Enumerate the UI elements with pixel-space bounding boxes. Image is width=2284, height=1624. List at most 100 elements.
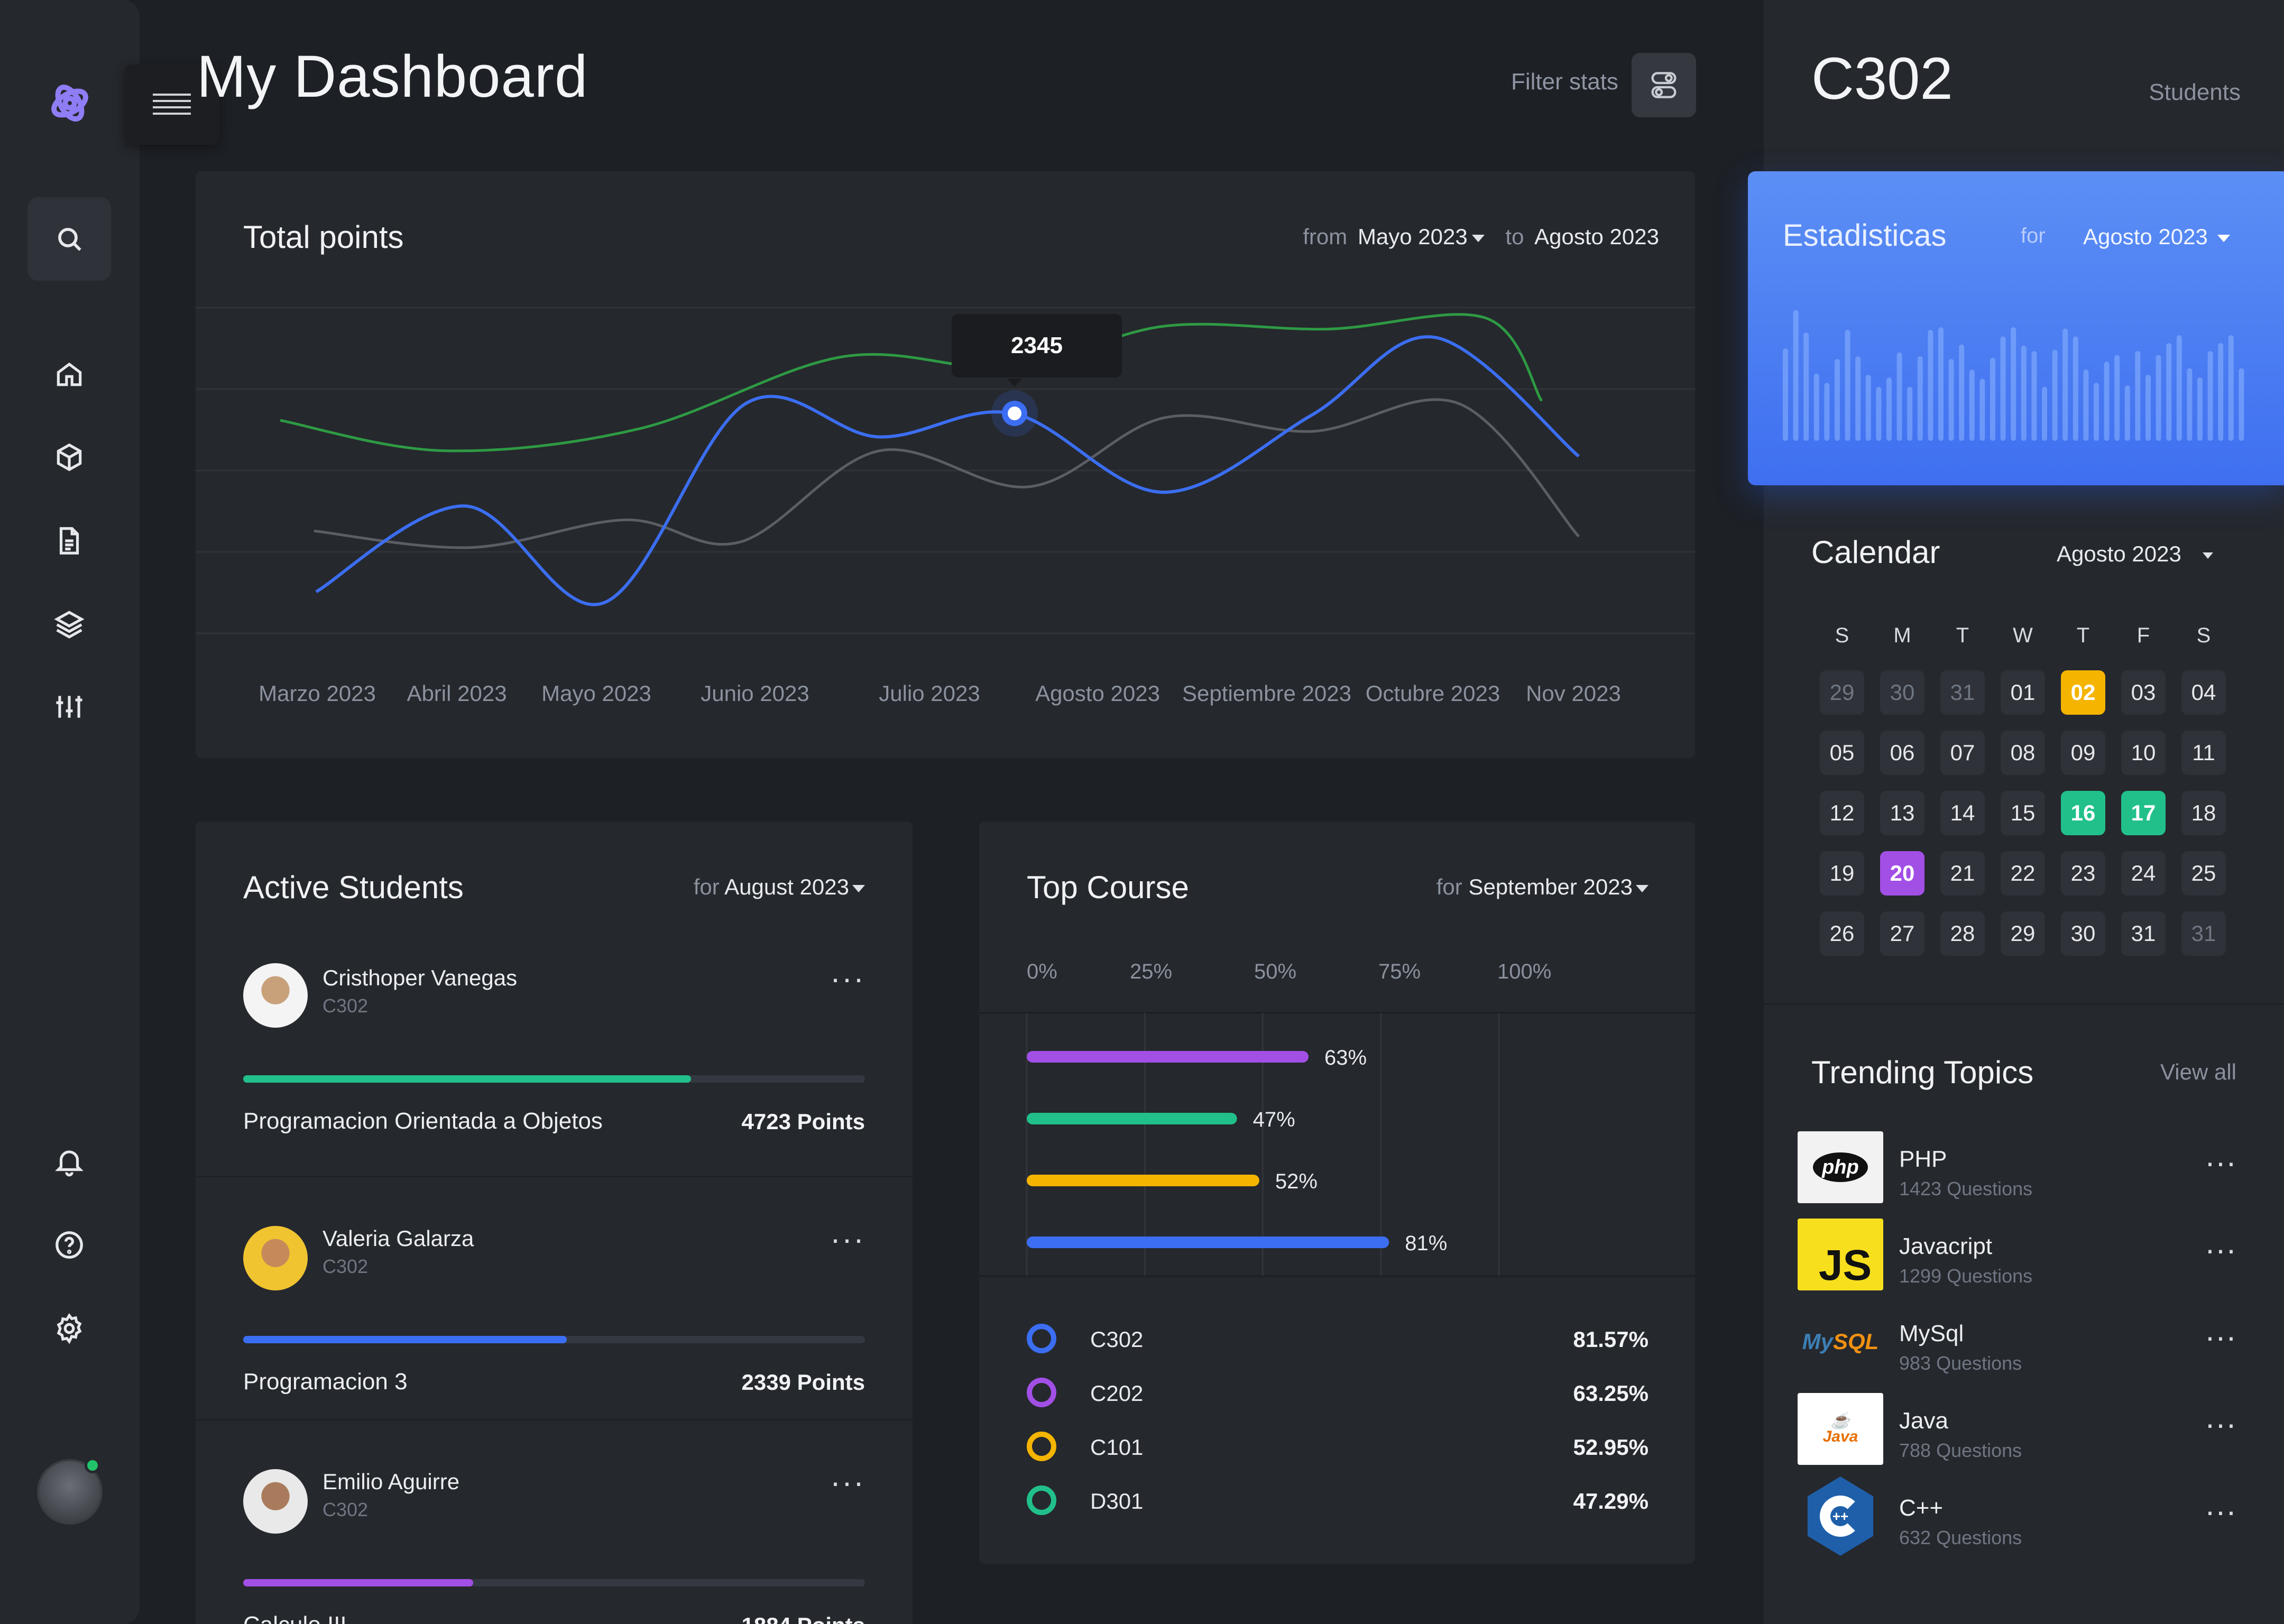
student-row[interactable]: Valeria Galarza C302 ··· Programacion 3 2339… bbox=[196, 1176, 913, 1419]
students-link[interactable]: Students bbox=[2149, 79, 2241, 106]
calendar-day[interactable]: 28 bbox=[1940, 911, 1985, 956]
student-row[interactable]: Emilio Aguirre C302 ··· Calculo III 1884 Poi… bbox=[196, 1419, 913, 1624]
logo-icon bbox=[51, 85, 88, 122]
course-bar[interactable] bbox=[1027, 1051, 1309, 1063]
progress-fill bbox=[243, 1579, 474, 1586]
date-range-selector[interactable]: from Mayo 2023 to Agosto 2023 bbox=[1298, 224, 1659, 250]
stat-bar bbox=[1835, 359, 1840, 441]
calendar-day[interactable]: 16 bbox=[2061, 791, 2105, 835]
calendar-day[interactable]: 15 bbox=[2001, 791, 2045, 835]
nav-documents[interactable] bbox=[51, 522, 88, 559]
calendar-day[interactable]: 13 bbox=[1880, 791, 1924, 835]
settings-button[interactable] bbox=[51, 1310, 88, 1347]
nav-courses[interactable] bbox=[51, 439, 88, 476]
student-row[interactable]: Cristhoper Vanegas C302 ··· Programacion Or… bbox=[196, 933, 913, 1176]
calendar-day[interactable]: 08 bbox=[2001, 731, 2045, 775]
calendar-day[interactable]: 30 bbox=[1880, 670, 1924, 715]
calendar-day[interactable]: 10 bbox=[2121, 731, 2166, 775]
calendar-day[interactable]: 29 bbox=[1820, 670, 1864, 715]
course-bar[interactable] bbox=[1027, 1175, 1259, 1186]
search-button[interactable] bbox=[27, 197, 111, 281]
calendar-day[interactable]: 24 bbox=[2121, 851, 2166, 896]
notifications-button[interactable] bbox=[51, 1143, 88, 1180]
stat-bar bbox=[2135, 351, 2141, 441]
calendar-day[interactable]: 19 bbox=[1820, 851, 1864, 896]
legend-row[interactable]: C202 63.25% bbox=[1027, 1378, 1648, 1432]
more-options-icon[interactable]: ··· bbox=[830, 960, 865, 996]
student-class: C302 bbox=[323, 1499, 369, 1520]
topic-name[interactable]: MySql bbox=[1899, 1321, 1964, 1347]
legend-row[interactable]: D301 47.29% bbox=[1027, 1485, 1648, 1539]
calendar-day[interactable]: 07 bbox=[1940, 731, 1985, 775]
more-options-icon[interactable]: ··· bbox=[2205, 1144, 2236, 1180]
more-options-icon[interactable]: ··· bbox=[830, 1221, 865, 1257]
students-period-selector[interactable]: for August 2023 bbox=[694, 874, 865, 900]
more-options-icon[interactable]: ··· bbox=[830, 1464, 865, 1500]
calendar-day[interactable]: 21 bbox=[1940, 851, 1985, 896]
more-options-icon[interactable]: ··· bbox=[2205, 1406, 2236, 1442]
calendar-day[interactable]: 01 bbox=[2001, 670, 2045, 715]
from-value[interactable]: Mayo 2023 bbox=[1358, 224, 1468, 249]
calendar-day[interactable]: 29 bbox=[2001, 911, 2045, 956]
legend-row[interactable]: C101 52.95% bbox=[1027, 1432, 1648, 1485]
calendar-day[interactable]: 14 bbox=[1940, 791, 1985, 835]
legend-row[interactable]: C302 81.57% bbox=[1027, 1324, 1648, 1378]
stats-period-selector[interactable]: Agosto 2023 bbox=[2083, 224, 2230, 250]
calendar-day[interactable]: 27 bbox=[1880, 911, 1924, 956]
calendar-day[interactable]: 03 bbox=[2121, 670, 2166, 715]
calendar-day[interactable]: 26 bbox=[1820, 911, 1864, 956]
topic-name[interactable]: Java bbox=[1899, 1408, 1948, 1434]
progress-track bbox=[243, 1075, 865, 1083]
filter-stats-button[interactable] bbox=[1632, 53, 1696, 117]
weekday-label: W bbox=[2013, 624, 2033, 647]
calendar-day[interactable]: 05 bbox=[1820, 731, 1864, 775]
nav-home[interactable] bbox=[51, 355, 88, 392]
calendar-day[interactable]: 31 bbox=[2121, 911, 2166, 956]
weekday-label: T bbox=[2076, 624, 2090, 647]
calendar-day[interactable]: 17 bbox=[2121, 791, 2166, 835]
filter-stats-label: Filter stats bbox=[1511, 69, 1618, 95]
calendar-day[interactable]: 12 bbox=[1820, 791, 1864, 835]
for-label: for bbox=[1436, 874, 1462, 899]
nav-layers[interactable] bbox=[51, 605, 88, 642]
help-button[interactable] bbox=[51, 1226, 88, 1263]
topic-name[interactable]: Javacript bbox=[1899, 1233, 1992, 1260]
calendar-day[interactable]: 22 bbox=[2001, 851, 2045, 896]
topic-questions: 788 Questions bbox=[1899, 1440, 2022, 1461]
calendar-day[interactable]: 20 bbox=[1880, 851, 1924, 896]
course-period-selector[interactable]: for September 2023 bbox=[1436, 874, 1648, 900]
calendar-month-selector[interactable]: Agosto 2023 bbox=[2057, 541, 2213, 567]
calendar-day[interactable]: 02 bbox=[2061, 670, 2105, 715]
course-name: Programacion Orientada a Objetos bbox=[243, 1108, 603, 1134]
more-options-icon[interactable]: ··· bbox=[2205, 1318, 2236, 1355]
topic-name[interactable]: PHP bbox=[1899, 1146, 1947, 1173]
course-bar[interactable] bbox=[1027, 1237, 1389, 1248]
percent-axis-label: 75% bbox=[1378, 960, 1421, 983]
stat-bar bbox=[1896, 352, 1902, 441]
calendar-day[interactable]: 06 bbox=[1880, 731, 1924, 775]
topic-name[interactable]: C++ bbox=[1899, 1495, 1943, 1521]
calendar-day[interactable]: 04 bbox=[2181, 670, 2226, 715]
more-options-icon[interactable]: ··· bbox=[2205, 1231, 2236, 1268]
view-all-link[interactable]: View all bbox=[2160, 1059, 2236, 1085]
calendar-day[interactable]: 09 bbox=[2061, 731, 2105, 775]
calendar-day[interactable]: 11 bbox=[2181, 731, 2226, 775]
stat-bar bbox=[2062, 328, 2068, 441]
calendar-day[interactable]: 31 bbox=[2181, 911, 2226, 956]
stat-bar bbox=[2207, 351, 2213, 441]
weekday-label: S bbox=[1835, 624, 1849, 647]
progress-track bbox=[243, 1336, 865, 1343]
more-options-icon[interactable]: ··· bbox=[2205, 1493, 2236, 1529]
course-bar[interactable] bbox=[1027, 1113, 1237, 1124]
calendar-day[interactable]: 18 bbox=[2181, 791, 2226, 835]
to-value[interactable]: Agosto 2023 bbox=[1534, 224, 1659, 249]
progress-fill bbox=[243, 1075, 691, 1083]
calendar-day[interactable]: 30 bbox=[2061, 911, 2105, 956]
calendar-day[interactable]: 25 bbox=[2181, 851, 2226, 896]
nav-settings-sliders[interactable] bbox=[51, 688, 88, 725]
calendar-day[interactable]: 23 bbox=[2061, 851, 2105, 896]
bell-icon bbox=[55, 1150, 84, 1177]
stat-bar bbox=[2052, 349, 2058, 441]
calendar-day[interactable]: 31 bbox=[1940, 670, 1985, 715]
legend-value: 81.57% bbox=[1573, 1327, 1648, 1352]
